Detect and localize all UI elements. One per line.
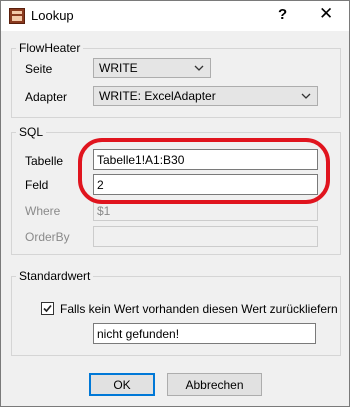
chevron-down-icon [301,93,311,99]
title-bar: Lookup ? ✕ [1,1,349,31]
ok-button[interactable]: OK [89,373,155,396]
adapter-label: Adapter [25,90,68,104]
tabelle-input[interactable] [93,149,318,170]
tabelle-label: Tabelle [25,154,64,168]
help-button[interactable]: ? [278,6,287,23]
chevron-down-icon [194,65,204,71]
adapter-dropdown[interactable]: WRITE: ExcelAdapter [93,86,318,106]
where-input [93,200,318,221]
default-value-input[interactable] [93,323,316,344]
cancel-button[interactable]: Abbrechen [167,373,262,396]
feld-input[interactable] [93,174,318,195]
fallback-checkbox-label: Falls kein Wert vorhanden diesen Wert zu… [60,302,338,316]
checkmark-icon [43,304,52,313]
adapter-value: WRITE: ExcelAdapter [99,89,216,103]
standardwert-legend: Standardwert [19,269,91,283]
lookup-dialog: Lookup ? ✕ FlowHeater Seite WRITE Adapte… [0,0,350,407]
close-button[interactable]: ✕ [319,4,333,24]
window-title: Lookup [31,8,74,23]
seite-dropdown[interactable]: WRITE [93,58,211,78]
orderby-label: OrderBy [25,230,70,244]
app-icon [9,8,25,24]
feld-label: Feld [25,178,49,192]
flowheater-group: FlowHeater [11,41,341,118]
sql-legend: SQL [19,125,44,139]
seite-label: Seite [25,62,53,76]
where-label: Where [25,204,61,218]
flowheater-legend: FlowHeater [19,41,81,55]
orderby-input [93,226,318,247]
fallback-checkbox[interactable] [41,302,54,315]
seite-value: WRITE [99,61,138,75]
